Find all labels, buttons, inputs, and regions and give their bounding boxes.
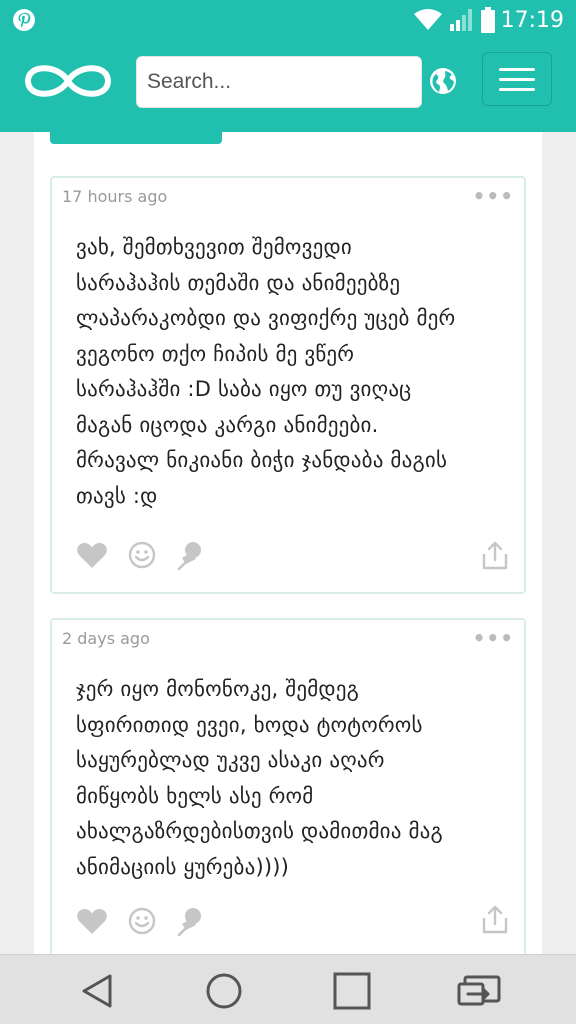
post-line: ჯერ იყო მონონოკე, შემდეგ <box>76 677 360 701</box>
post-timestamp: 2 days ago <box>62 629 150 648</box>
post-line: საყურებლად უკვე ასაკი აღარ <box>76 748 385 772</box>
share-icon[interactable] <box>482 904 508 934</box>
home-icon[interactable] <box>204 971 244 1011</box>
post-body: ჯერ იყო მონონოკე, შემდეგ სფირითიდ ევეი, … <box>76 672 516 885</box>
battery-icon <box>480 7 495 33</box>
more-options-icon[interactable]: ••• <box>473 184 514 208</box>
recents-icon[interactable] <box>332 971 372 1011</box>
back-icon[interactable] <box>78 971 118 1011</box>
post-line: მაგან იცოდა კარგი ანიმეები. <box>76 412 379 437</box>
post-line: სფირითიდ ევეი, ხოდა ტოტოროს <box>76 712 423 737</box>
post-line: ანიმაციის ყურება)))) <box>76 854 290 879</box>
feed-container: 17 hours ago ••• ვახ, შემთხვევით შემოვედ… <box>34 132 542 954</box>
smiley-icon[interactable] <box>128 541 156 569</box>
post-line: სარაჰაჰში :D საბა იყო თუ ვიღაც <box>76 377 412 401</box>
status-icons: 17:19 <box>413 6 564 34</box>
post-line: ლაპარაკობდი და ვიფიქრე უცებ მერ <box>76 306 456 330</box>
screen-mirror-icon[interactable] <box>456 971 502 1011</box>
heart-icon[interactable] <box>76 907 108 935</box>
share-icon[interactable] <box>482 540 508 570</box>
smiley-icon[interactable] <box>128 907 156 935</box>
search-input[interactable] <box>136 56 422 108</box>
post-timestamp: 17 hours ago <box>62 187 168 206</box>
section-tab[interactable] <box>50 132 222 144</box>
hamburger-menu-button[interactable] <box>482 52 552 106</box>
more-options-icon[interactable]: ••• <box>473 626 514 650</box>
post-line: თავს :დ <box>76 483 158 508</box>
post-line: სარაჰაჰის თემაში და ანიმეებზე <box>76 270 401 295</box>
pin-icon[interactable] <box>176 906 204 936</box>
post-line: ვახ, შემთხვევით შემოვედი <box>76 235 352 259</box>
post-line: მიწყობს ხელს ასე რომ <box>76 783 314 808</box>
system-nav-bar <box>0 954 576 1024</box>
app-header <box>0 40 576 132</box>
post-card: 2 days ago ••• ჯერ იყო მონონოკე, შემდეგ … <box>50 618 526 954</box>
post-line: ახალგაზრდებისთვის დამითმია მაგ <box>76 819 443 843</box>
post-line: მრავალ ნიკიანი ბიჭი ჯანდაბა მაგის <box>76 448 448 472</box>
pinterest-icon <box>13 9 35 31</box>
heart-icon[interactable] <box>76 541 108 569</box>
menu-bar-line <box>499 87 535 91</box>
menu-bar-line <box>499 67 535 71</box>
menu-bar-line <box>499 77 535 81</box>
signal-icon <box>449 9 472 31</box>
post-actions <box>76 540 204 570</box>
pin-icon[interactable] <box>176 540 204 570</box>
post-line: ვეგონო თქო ჩიპის მე ვწერ <box>76 341 355 366</box>
post-body: ვახ, შემთხვევით შემოვედი სარაჰაჰის თემაშ… <box>76 230 516 514</box>
status-bar: 17:19 <box>0 0 576 40</box>
post-actions <box>76 906 204 936</box>
post-card: 17 hours ago ••• ვახ, შემთხვევით შემოვედ… <box>50 176 526 594</box>
infinity-logo-icon[interactable] <box>22 58 114 104</box>
wifi-icon <box>413 9 442 30</box>
globe-icon[interactable] <box>428 66 458 96</box>
status-time: 17:19 <box>500 7 564 33</box>
